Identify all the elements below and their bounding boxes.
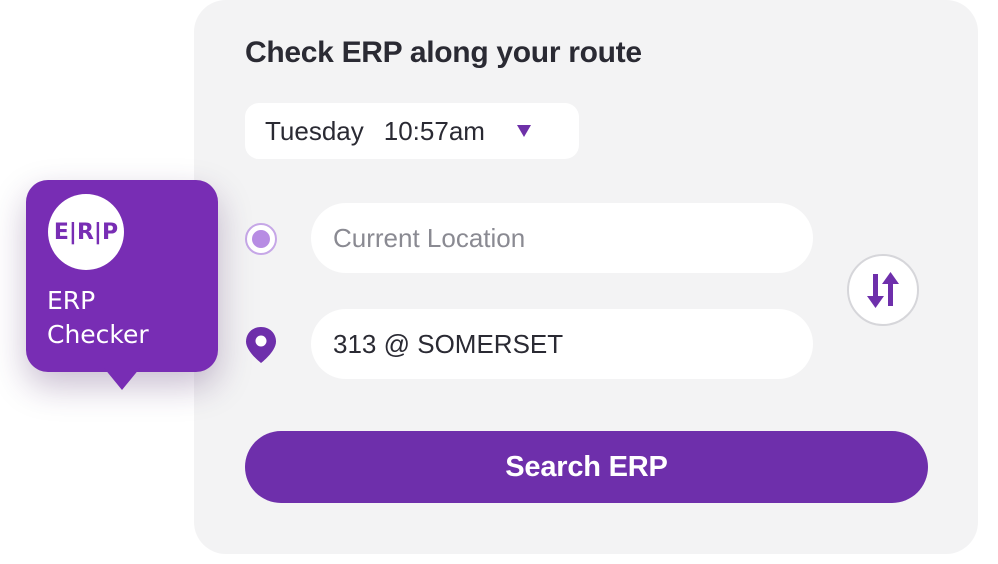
swap-arrows-icon bbox=[867, 272, 899, 308]
erp-logo-icon: E|R|P bbox=[48, 194, 124, 270]
app-name-line-2: Checker bbox=[47, 320, 149, 349]
departure-time: 10:57am bbox=[383, 115, 485, 146]
origin-dot-icon bbox=[245, 223, 277, 255]
app-name: ERP Checker bbox=[47, 284, 207, 352]
origin-input[interactable] bbox=[311, 203, 813, 273]
caret-down-icon bbox=[516, 125, 531, 137]
erp-checker-screen: Check ERP along your route Tuesday 10:57… bbox=[0, 0, 998, 564]
swap-locations-button[interactable] bbox=[847, 254, 919, 326]
page-title: Check ERP along your route bbox=[245, 36, 642, 69]
app-name-line-1: ERP bbox=[47, 286, 96, 315]
departure-time-select[interactable]: Tuesday 10:57am bbox=[245, 103, 579, 159]
destination-input[interactable] bbox=[311, 309, 813, 379]
location-pin-icon bbox=[246, 327, 276, 363]
departure-day: Tuesday bbox=[265, 115, 364, 146]
badge-pointer bbox=[104, 368, 140, 390]
search-erp-button[interactable]: Search ERP bbox=[245, 431, 928, 503]
